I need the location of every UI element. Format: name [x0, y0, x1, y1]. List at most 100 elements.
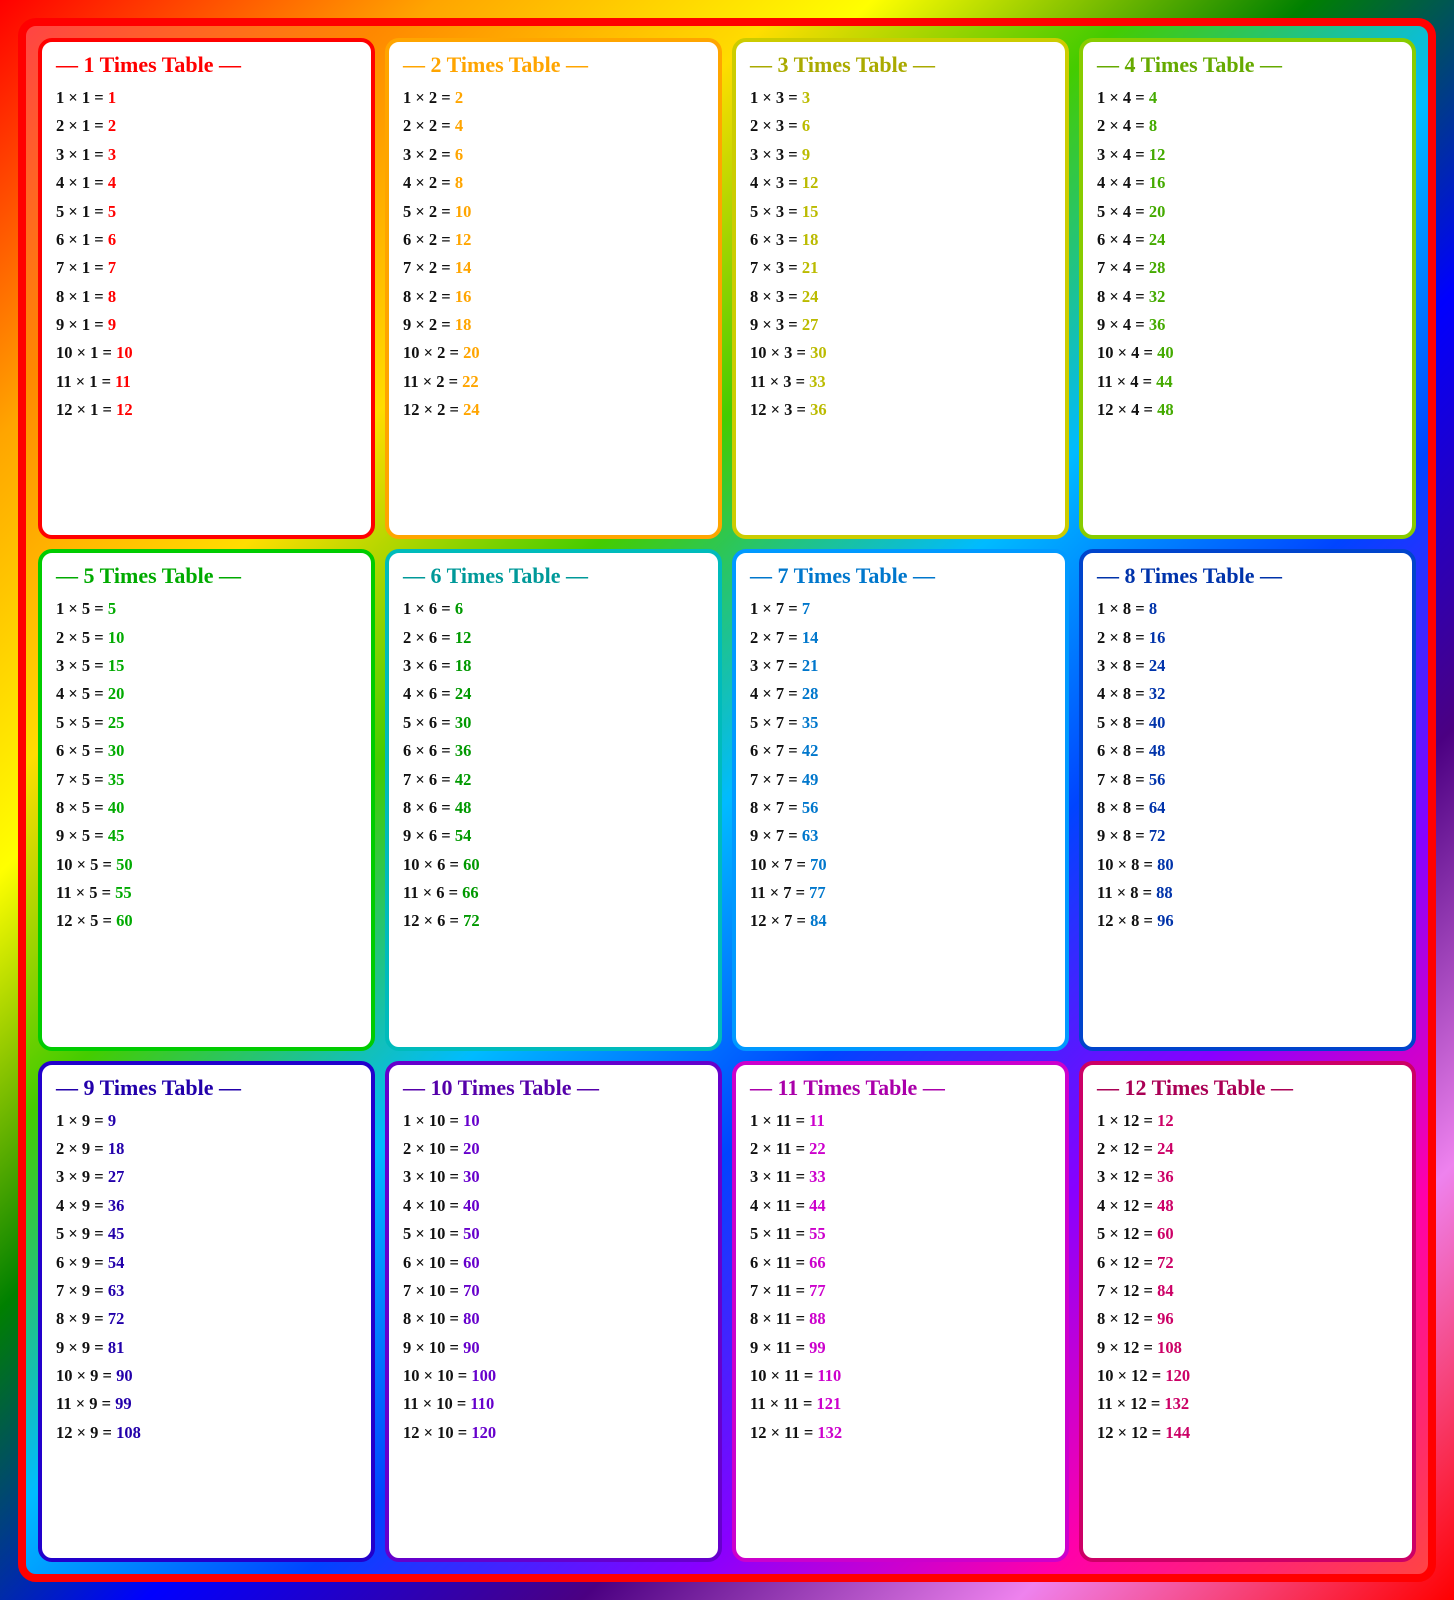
equation-text: 9 × 12 =	[1097, 1338, 1157, 1357]
equation-result: 35	[108, 770, 125, 789]
equation-text: 3 × 5 =	[56, 656, 108, 675]
equation-text: 12 × 7 =	[750, 911, 810, 930]
equation-text: 11 × 3 =	[750, 372, 809, 391]
equation-result: 24	[463, 400, 480, 419]
equation-text: 2 × 11 =	[750, 1139, 809, 1158]
list-item: 11 × 1 = 11	[56, 368, 357, 396]
equation-result: 55	[809, 1224, 826, 1243]
list-item: 8 × 2 = 16	[403, 283, 704, 311]
equation-text: 9 × 9 =	[56, 1338, 108, 1357]
list-item: 11 × 4 = 44	[1097, 368, 1398, 396]
equation-result: 14	[802, 628, 819, 647]
equation-result: 45	[108, 1224, 125, 1243]
equation-text: 2 × 5 =	[56, 628, 108, 647]
list-item: 7 × 6 = 42	[403, 766, 704, 794]
equation-text: 6 × 5 =	[56, 741, 108, 760]
equation-result: 21	[802, 258, 819, 277]
equation-result: 42	[802, 741, 819, 760]
equation-result: 88	[809, 1309, 826, 1328]
card-title-8: 8 Times Table	[1097, 563, 1398, 589]
list-item: 9 × 11 = 99	[750, 1334, 1051, 1362]
equation-result: 6	[802, 116, 810, 135]
equation-text: 10 × 4 =	[1097, 343, 1157, 362]
times-table-card-3: 3 Times Table1 × 3 = 32 × 3 = 63 × 3 = 9…	[732, 38, 1069, 539]
list-item: 1 × 2 = 2	[403, 84, 704, 112]
equation-text: 2 × 1 =	[56, 116, 108, 135]
equation-result: 132	[1164, 1394, 1189, 1413]
equation-text: 1 × 8 =	[1097, 599, 1149, 618]
equation-result: 110	[470, 1394, 494, 1413]
equation-text: 9 × 2 =	[403, 315, 455, 334]
equation-result: 9	[108, 315, 116, 334]
times-table-card-2: 2 Times Table1 × 2 = 22 × 2 = 43 × 2 = 6…	[385, 38, 722, 539]
list-item: 3 × 6 = 18	[403, 652, 704, 680]
list-item: 1 × 12 = 12	[1097, 1107, 1398, 1135]
equation-text: 12 × 11 =	[750, 1423, 817, 1442]
list-item: 3 × 4 = 12	[1097, 141, 1398, 169]
equation-result: 40	[108, 798, 125, 817]
equation-text: 1 × 2 =	[403, 88, 455, 107]
list-item: 1 × 5 = 5	[56, 595, 357, 623]
equation-result: 12	[1157, 1111, 1174, 1130]
list-item: 11 × 5 = 55	[56, 879, 357, 907]
equation-text: 3 × 1 =	[56, 145, 108, 164]
equation-text: 8 × 8 =	[1097, 798, 1149, 817]
list-item: 8 × 10 = 80	[403, 1305, 704, 1333]
equation-result: 70	[810, 855, 827, 874]
equation-text: 1 × 7 =	[750, 599, 802, 618]
equation-result: 49	[802, 770, 819, 789]
equation-text: 7 × 11 =	[750, 1281, 809, 1300]
equation-result: 81	[108, 1338, 125, 1357]
equation-result: 36	[1149, 315, 1166, 334]
list-item: 12 × 5 = 60	[56, 907, 357, 935]
equation-text: 8 × 12 =	[1097, 1309, 1157, 1328]
list-item: 1 × 11 = 11	[750, 1107, 1051, 1135]
equation-list-12: 1 × 12 = 122 × 12 = 243 × 12 = 364 × 12 …	[1097, 1107, 1398, 1548]
equation-result: 88	[1156, 883, 1173, 902]
equation-text: 1 × 9 =	[56, 1111, 108, 1130]
equation-result: 8	[1149, 599, 1157, 618]
list-item: 6 × 7 = 42	[750, 737, 1051, 765]
equation-text: 12 × 2 =	[403, 400, 463, 419]
equation-text: 7 × 1 =	[56, 258, 108, 277]
times-table-card-4: 4 Times Table1 × 4 = 42 × 4 = 83 × 4 = 1…	[1079, 38, 1416, 539]
list-item: 10 × 10 = 100	[403, 1362, 704, 1390]
equation-result: 54	[455, 826, 472, 845]
equation-result: 16	[1149, 173, 1166, 192]
list-item: 6 × 4 = 24	[1097, 226, 1398, 254]
equation-text: 11 × 7 =	[750, 883, 809, 902]
equation-text: 11 × 10 =	[403, 1394, 470, 1413]
equation-result: 40	[1149, 713, 1166, 732]
equation-text: 8 × 5 =	[56, 798, 108, 817]
equation-result: 6	[455, 599, 463, 618]
list-item: 1 × 7 = 7	[750, 595, 1051, 623]
equation-text: 1 × 6 =	[403, 599, 455, 618]
list-item: 4 × 6 = 24	[403, 680, 704, 708]
equation-list-9: 1 × 9 = 92 × 9 = 183 × 9 = 274 × 9 = 365…	[56, 1107, 357, 1548]
list-item: 5 × 8 = 40	[1097, 709, 1398, 737]
list-item: 10 × 1 = 10	[56, 339, 357, 367]
card-title-6: 6 Times Table	[403, 563, 704, 589]
equation-result: 12	[116, 400, 133, 419]
equation-result: 2	[108, 116, 116, 135]
equation-text: 9 × 10 =	[403, 1338, 463, 1357]
equation-result: 144	[1165, 1423, 1190, 1442]
equation-text: 6 × 8 =	[1097, 741, 1149, 760]
card-title-3: 3 Times Table	[750, 52, 1051, 78]
times-table-card-7: 7 Times Table1 × 7 = 72 × 7 = 143 × 7 = …	[732, 549, 1069, 1050]
equation-result: 42	[455, 770, 472, 789]
equation-text: 3 × 6 =	[403, 656, 455, 675]
list-item: 6 × 2 = 12	[403, 226, 704, 254]
equation-text: 1 × 1 =	[56, 88, 108, 107]
equation-result: 28	[1149, 258, 1166, 277]
equation-text: 2 × 10 =	[403, 1139, 463, 1158]
equation-result: 7	[802, 599, 810, 618]
equation-text: 2 × 4 =	[1097, 116, 1149, 135]
equation-text: 9 × 6 =	[403, 826, 455, 845]
times-table-card-10: 10 Times Table1 × 10 = 102 × 10 = 203 × …	[385, 1061, 722, 1562]
list-item: 11 × 2 = 22	[403, 368, 704, 396]
list-item: 8 × 5 = 40	[56, 794, 357, 822]
list-item: 3 × 9 = 27	[56, 1163, 357, 1191]
equation-result: 48	[1157, 400, 1174, 419]
equation-text: 5 × 5 =	[56, 713, 108, 732]
